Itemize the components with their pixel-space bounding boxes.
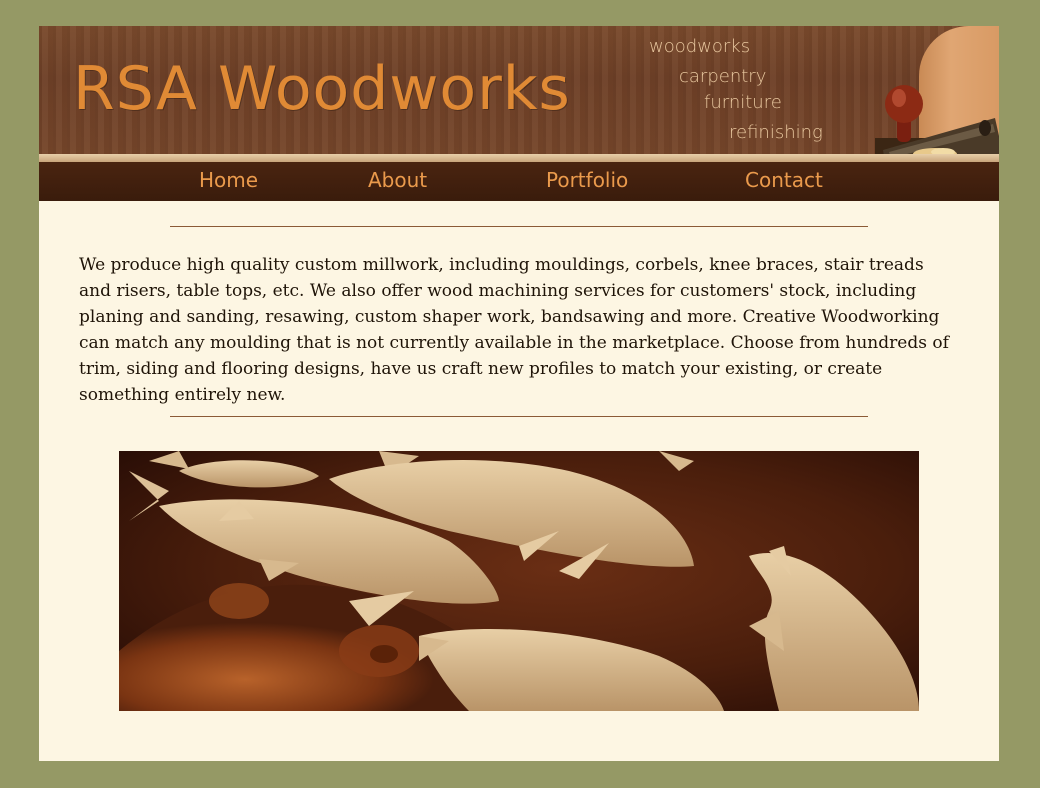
hand-plane-icon xyxy=(875,85,999,164)
page-container: RSA Woodworks woodworks carpentry furnit… xyxy=(39,26,999,761)
carved-fish-photo xyxy=(119,451,919,711)
main-nav: Home About Portfolio Contact xyxy=(39,162,999,201)
carved-fish-image xyxy=(119,451,919,711)
header-divider-strip xyxy=(39,154,999,162)
nav-portfolio[interactable]: Portfolio xyxy=(546,168,628,192)
tagline-carpentry: carpentry xyxy=(679,66,767,87)
divider-top xyxy=(170,226,868,227)
tagline-woodworks: woodworks xyxy=(649,36,751,57)
site-header: RSA Woodworks woodworks carpentry furnit… xyxy=(39,26,999,164)
nav-contact[interactable]: Contact xyxy=(745,168,823,192)
nav-about[interactable]: About xyxy=(368,168,427,192)
divider-bottom xyxy=(170,416,868,417)
nav-home[interactable]: Home xyxy=(199,168,258,192)
tagline-furniture: furniture xyxy=(704,92,782,113)
tagline-refinishing: refinishing xyxy=(729,122,823,143)
intro-paragraph: We produce high quality custom millwork,… xyxy=(79,255,949,405)
site-logo[interactable]: RSA Woodworks xyxy=(73,54,571,124)
